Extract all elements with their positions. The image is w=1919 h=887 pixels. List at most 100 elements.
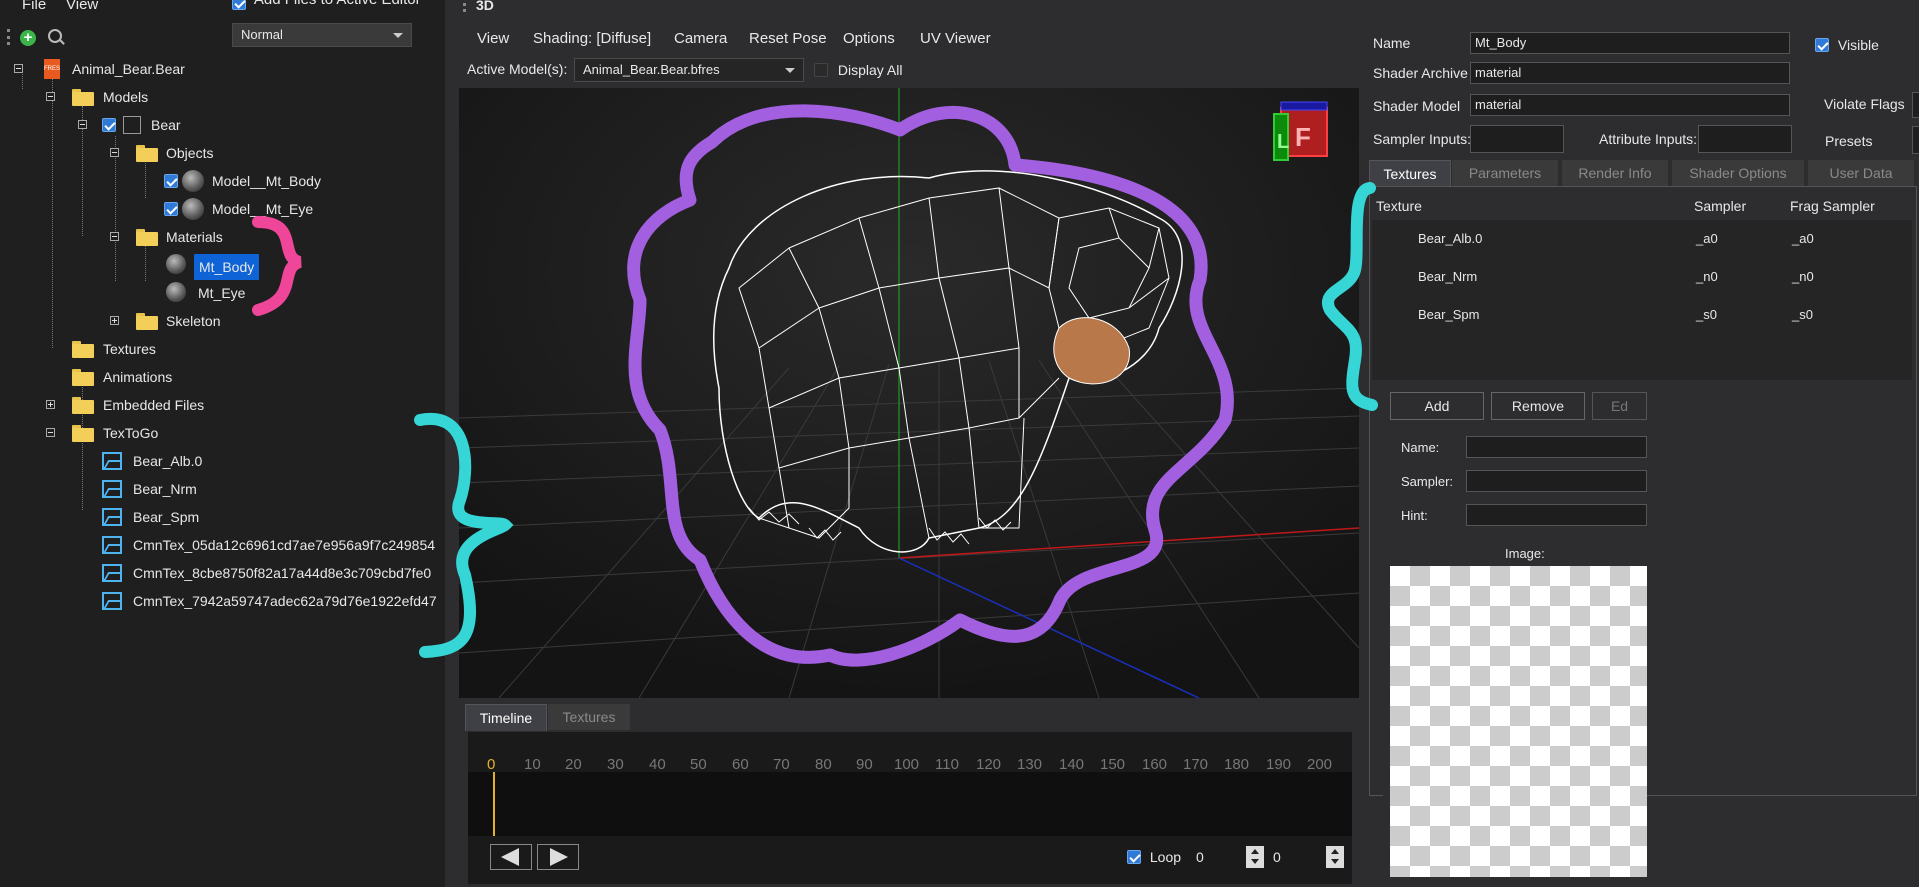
tree-label: Skeleton	[166, 313, 221, 329]
viewport-scene[interactable]: L F	[459, 88, 1359, 698]
timeline-track[interactable]	[468, 772, 1352, 836]
sampler-inputs-field[interactable]	[1470, 125, 1564, 153]
tick-label: 190	[1266, 756, 1292, 773]
cell-frag-sampler: _n0	[1792, 269, 1814, 284]
tick-label: 0	[487, 756, 496, 773]
tab-parameters[interactable]: Parameters	[1452, 160, 1558, 186]
detail-name-field[interactable]	[1466, 436, 1647, 458]
edit-texture-button[interactable]: Ed	[1592, 392, 1647, 420]
material-sphere-icon	[166, 254, 186, 274]
tree-label: Materials	[166, 229, 223, 245]
active-models-label: Active Model(s):	[467, 61, 568, 77]
menu-uv-viewer[interactable]: UV Viewer	[920, 30, 991, 47]
collapse-icon[interactable]	[14, 64, 23, 73]
visible-label: Visible	[1837, 37, 1879, 53]
table-row[interactable]: Bear_Spm _s0 _s0	[1372, 296, 1912, 334]
frame-count-spinner[interactable]	[1326, 846, 1344, 868]
current-frame-value[interactable]: 0	[1196, 849, 1204, 865]
menu-view-3d[interactable]: View	[477, 30, 509, 47]
tree-label: Animations	[103, 369, 173, 385]
collapse-icon[interactable]	[46, 92, 55, 101]
tab-shader-options[interactable]: Shader Options	[1672, 160, 1804, 186]
object-visible-checkbox[interactable]	[164, 202, 178, 216]
table-row[interactable]: Bear_Alb.0 _a0 _a0	[1372, 220, 1912, 258]
detail-hint-field[interactable]	[1466, 504, 1647, 526]
tab-user-data[interactable]: User Data	[1808, 160, 1914, 186]
tick-label: 180	[1224, 756, 1250, 773]
display-all-checkbox[interactable]	[814, 63, 828, 77]
object-visible-checkbox[interactable]	[164, 174, 178, 188]
tab-timeline[interactable]: Timeline	[465, 704, 547, 731]
image-icon	[102, 480, 122, 498]
violate-flags-label: Violate Flags	[1824, 96, 1905, 112]
folder-icon	[72, 89, 94, 106]
frame-spinner[interactable]	[1246, 846, 1264, 868]
texture-image-preview	[1390, 566, 1647, 877]
tab-render-info[interactable]: Render Info	[1562, 160, 1668, 186]
collapse-icon[interactable]	[78, 120, 87, 129]
remove-texture-button[interactable]: Remove	[1491, 392, 1585, 420]
header-sampler[interactable]: Sampler	[1694, 198, 1746, 214]
arrow-right-icon	[550, 848, 568, 866]
shader-model-field[interactable]: material	[1470, 94, 1790, 116]
material-sphere-icon	[166, 282, 186, 302]
collapse-icon[interactable]	[110, 148, 119, 157]
collapse-icon[interactable]	[110, 232, 119, 241]
tree-label-selected: Mt_Body	[194, 254, 260, 280]
tree-label: CmnTex_05da12c6961cd7ae7e956a9f7c249854	[133, 537, 436, 553]
3d-viewport[interactable]: L F	[459, 88, 1359, 698]
image-icon	[102, 564, 122, 582]
loop-option[interactable]: Loop	[1127, 848, 1181, 865]
add-texture-button[interactable]: Add	[1390, 392, 1484, 420]
menu-file[interactable]: File	[22, 0, 46, 13]
playhead-marker[interactable]	[493, 772, 495, 836]
view-orientation-gizmo[interactable]: L F	[1273, 101, 1328, 161]
visible-option[interactable]: Visible	[1815, 36, 1879, 53]
active-model-select[interactable]: Animal_Bear.Bear.bfres	[574, 58, 804, 82]
texture-table: Texture Sampler Frag Sampler Bear_Alb.0 …	[1372, 192, 1912, 380]
violate-flags-field[interactable]	[1912, 92, 1919, 118]
add-files-option[interactable]: Add Files to Active Editor	[232, 0, 421, 12]
menu-options[interactable]: Options	[843, 30, 895, 47]
cell-sampler: _s0	[1696, 307, 1717, 322]
menu-reset-pose[interactable]: Reset Pose	[749, 30, 827, 47]
add-files-checkbox[interactable]	[232, 0, 246, 10]
mesh-icon	[182, 170, 204, 192]
image-icon	[102, 536, 122, 554]
shader-archive-field[interactable]: material	[1470, 62, 1790, 84]
tab-timeline-textures[interactable]: Textures	[548, 704, 630, 730]
header-texture[interactable]: Texture	[1376, 198, 1422, 214]
folder-icon	[136, 145, 158, 162]
attribute-inputs-field[interactable]	[1698, 125, 1792, 153]
tick-label: 160	[1142, 756, 1168, 773]
bear-visible-checkbox[interactable]	[102, 118, 116, 132]
visible-checkbox[interactable]	[1815, 38, 1829, 52]
menu-view[interactable]: View	[66, 0, 98, 13]
tree-label: TexToGo	[103, 425, 159, 441]
expand-icon[interactable]	[46, 400, 55, 409]
tree-label: Model__Mt_Eye	[212, 201, 314, 217]
tab-textures[interactable]: Textures	[1369, 160, 1451, 187]
tree-label: Bear_Alb.0	[133, 453, 203, 469]
table-row[interactable]: Bear_Nrm _n0 _n0	[1372, 258, 1912, 296]
detail-sampler-field[interactable]	[1466, 470, 1647, 492]
menu-bar: File View Add Files to Active Editor	[0, 0, 445, 16]
collapse-icon[interactable]	[46, 428, 55, 437]
frame-count-value[interactable]: 0	[1273, 849, 1281, 865]
name-field[interactable]: Mt_Body	[1470, 32, 1790, 54]
loop-checkbox[interactable]	[1127, 850, 1141, 864]
cell-sampler: _n0	[1696, 269, 1718, 284]
gizmo-left-label: L	[1277, 131, 1289, 153]
spin-down-icon	[1251, 859, 1259, 864]
previous-frame-button[interactable]	[490, 844, 532, 870]
menu-camera[interactable]: Camera	[674, 30, 727, 47]
expand-icon[interactable]	[110, 316, 119, 325]
display-all-option[interactable]: Display All	[814, 61, 902, 78]
add-icon[interactable]: +	[20, 30, 36, 46]
mesh-icon	[182, 198, 204, 220]
next-frame-button[interactable]	[537, 844, 579, 870]
presets-field[interactable]	[1912, 126, 1919, 154]
name-label: Name	[1373, 35, 1411, 51]
menu-shading[interactable]: Shading: [Diffuse]	[533, 30, 651, 47]
header-frag-sampler[interactable]: Frag Sampler	[1790, 198, 1875, 214]
